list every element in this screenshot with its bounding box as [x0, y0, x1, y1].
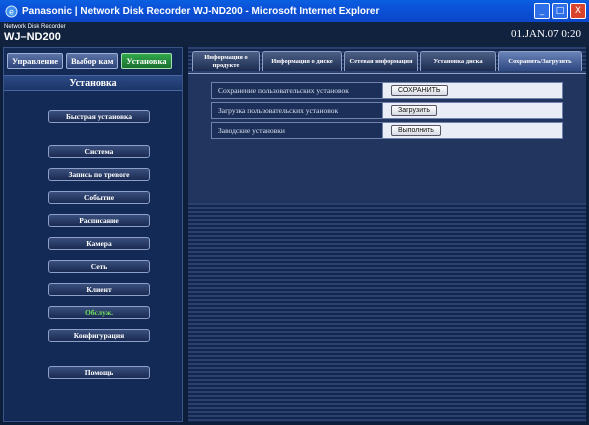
left-panel: Управление Выбор кам Установка Установка… [3, 47, 183, 422]
menu-client[interactable]: Клиент [48, 283, 150, 296]
menu-help[interactable]: Помощь [48, 366, 150, 379]
product-model: WJ–ND200 [4, 31, 61, 43]
datetime-display: 01.JAN.07 0:20 [511, 28, 581, 40]
save-settings-label: Сохранение пользовательских установок [211, 82, 383, 99]
load-button[interactable]: Загрузить [391, 105, 437, 116]
app-header: Network Disk Recorder WJ–ND200 01.JAN.07… [0, 22, 589, 47]
window-title: Panasonic | Network Disk Recorder WJ-ND2… [22, 5, 380, 17]
menu-event[interactable]: Событие [48, 191, 150, 204]
menu-network[interactable]: Сеть [48, 260, 150, 273]
factory-defaults-label: Заводские установки [211, 122, 383, 139]
menu-schedule[interactable]: Расписание [48, 214, 150, 227]
menu-camera[interactable]: Камера [48, 237, 150, 250]
save-load-pane: Сохранение пользовательских установок СО… [188, 73, 586, 203]
execute-button[interactable]: Выполнить [391, 125, 441, 136]
nav-camera-select-button[interactable]: Выбор кам [66, 53, 119, 69]
menu-system[interactable]: Система [48, 145, 150, 158]
tab-network-info[interactable]: Сетевая информация [344, 51, 418, 71]
tab-bar: Информация о продукте Информация о диске… [188, 51, 586, 73]
maximize-button[interactable]: □ [552, 3, 568, 19]
menu-quick-setup[interactable]: Быстрая установка [48, 110, 150, 123]
save-settings-action: СОХРАНИТЬ [383, 82, 563, 99]
app-body: Управление Выбор кам Установка Установка… [0, 47, 589, 425]
setup-heading: Установка [4, 75, 182, 91]
settings-table: Сохранение пользовательских установок СО… [211, 82, 563, 142]
menu-configuration[interactable]: Конфигурация [48, 329, 150, 342]
nav-setup-button[interactable]: Установка [121, 53, 172, 69]
load-settings-label: Загрузка пользовательских установок [211, 102, 383, 119]
tab-disk-setup[interactable]: Установка диска [420, 51, 496, 71]
load-settings-action: Загрузить [383, 102, 563, 119]
window-controls: _ □ X [534, 3, 586, 19]
minimize-button[interactable]: _ [534, 3, 550, 19]
close-button[interactable]: X [570, 3, 586, 19]
tab-save-load[interactable]: Сохранить/Загрузить [498, 51, 582, 71]
settings-row-factory: Заводские установки Выполнить [211, 122, 563, 139]
save-button[interactable]: СОХРАНИТЬ [391, 85, 448, 96]
factory-defaults-action: Выполнить [383, 122, 563, 139]
window-titlebar[interactable]: e Panasonic | Network Disk Recorder WJ-N… [0, 0, 589, 22]
tab-product-info[interactable]: Информация о продукте [192, 51, 260, 71]
top-navigation: Управление Выбор кам Установка [7, 53, 172, 69]
menu-maintenance[interactable]: Обслуж. [48, 306, 150, 319]
menu-alarm-recording[interactable]: Запись по тревоге [48, 168, 150, 181]
settings-row-save: Сохранение пользовательских установок СО… [211, 82, 563, 99]
tab-disk-info[interactable]: Информация о диске [262, 51, 342, 71]
svg-text:e: e [9, 7, 14, 16]
product-subtitle: Network Disk Recorder [4, 24, 66, 30]
nav-operation-button[interactable]: Управление [7, 53, 64, 69]
ie-icon: e [4, 4, 18, 18]
settings-row-load: Загрузка пользовательских установок Загр… [211, 102, 563, 119]
content-area: Информация о продукте Информация о диске… [188, 47, 586, 422]
